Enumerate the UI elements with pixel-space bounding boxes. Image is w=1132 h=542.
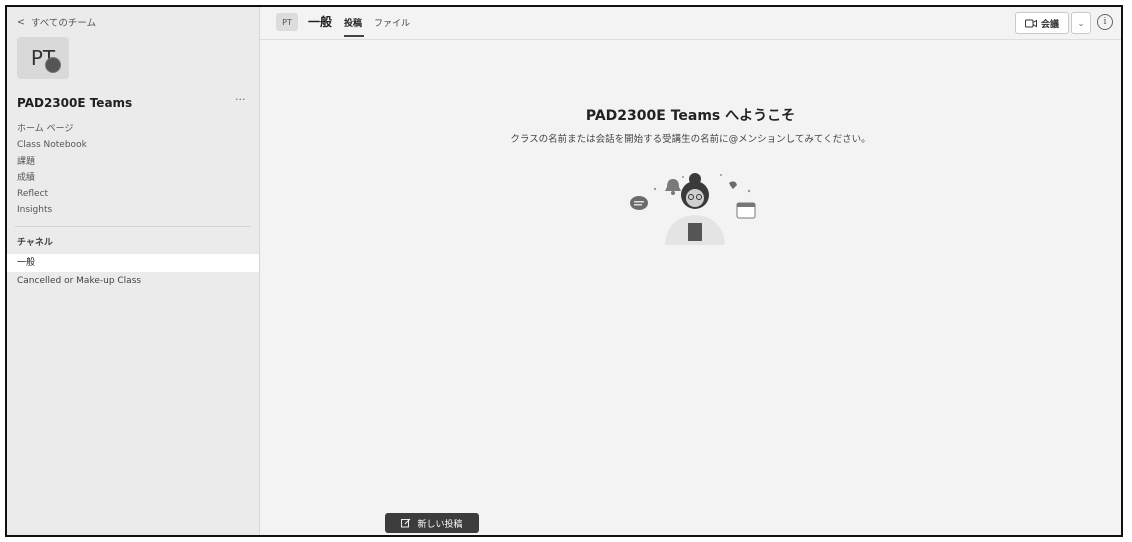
more-options-icon[interactable]: ···	[235, 93, 246, 106]
team-chip: PT	[276, 13, 298, 31]
welcome-title: PAD2300E Teams へようこそ	[585, 108, 796, 124]
divider	[15, 226, 251, 227]
back-label: すべてのチーム	[30, 18, 97, 29]
team-nav: ホーム ページ Class Notebook 課題 成績 Reflect Ins…	[17, 121, 87, 219]
channel-general[interactable]: 一般	[7, 254, 259, 272]
meet-options-button[interactable]: ⌄	[1071, 12, 1091, 34]
team-name: PAD2300E Teams	[17, 96, 133, 110]
meet-button[interactable]: 会議	[1015, 12, 1069, 34]
tab-posts[interactable]: 投稿	[344, 16, 362, 29]
channel-header: PT 一般 投稿 ファイル 会議 ⌄ i	[260, 7, 1121, 40]
video-camera-icon	[1024, 19, 1037, 27]
team-avatar[interactable]: PT	[17, 37, 69, 79]
back-to-all-teams[interactable]: < すべてのチーム	[17, 15, 97, 30]
active-tab-indicator	[344, 35, 364, 37]
welcome-subtitle: クラスの名前または会話を開始する受講生の名前に@メンションしてみてください。	[510, 134, 871, 145]
nav-item-insights[interactable]: Insights	[17, 202, 87, 218]
edit-badge-icon	[45, 57, 61, 73]
welcome-illustration	[630, 173, 756, 245]
sidebar: < すべてのチーム PT PAD2300E Teams ··· ホーム ページ …	[7, 7, 260, 535]
chevron-down-icon: ⌄	[1077, 18, 1085, 28]
nav-item-assignments[interactable]: 課題	[17, 154, 87, 170]
channels-heading: チャネル	[17, 238, 53, 248]
nav-item-grades[interactable]: 成績	[17, 170, 87, 186]
tab-files[interactable]: ファイル	[374, 16, 410, 29]
meet-label: 会議	[1040, 19, 1059, 30]
channel-title: 一般	[308, 15, 333, 29]
nav-item-class-notebook[interactable]: Class Notebook	[17, 137, 87, 153]
nav-item-reflect[interactable]: Reflect	[17, 186, 87, 202]
compose-icon	[401, 518, 411, 528]
new-post-button[interactable]: 新しい投稿	[385, 513, 479, 533]
new-post-label: 新しい投稿	[417, 519, 463, 530]
chevron-left-icon: <	[17, 16, 25, 28]
channel-cancelled-makeup[interactable]: Cancelled or Make-up Class	[7, 272, 259, 290]
nav-item-home[interactable]: ホーム ページ	[17, 121, 87, 137]
info-icon[interactable]: i	[1097, 14, 1113, 30]
teams-window: < すべてのチーム PT PAD2300E Teams ··· ホーム ページ …	[5, 5, 1123, 537]
